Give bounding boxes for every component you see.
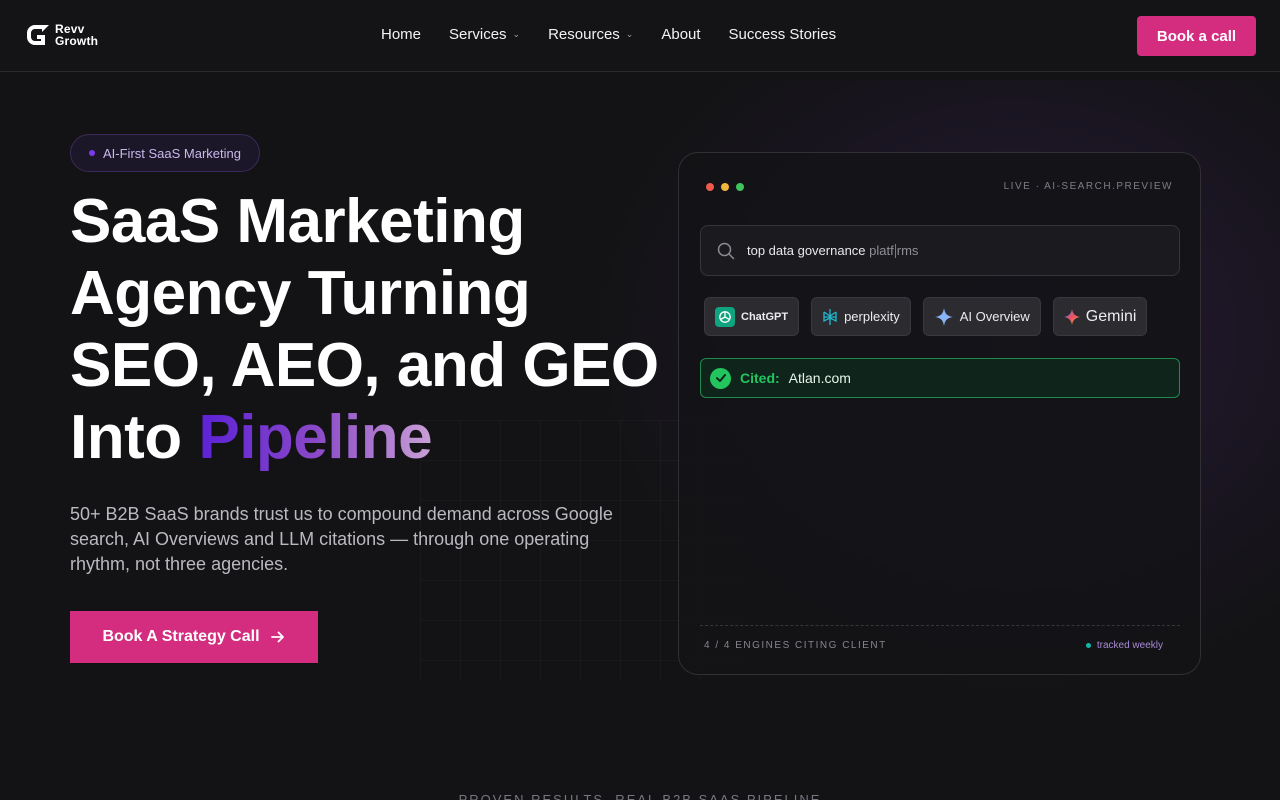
book-a-call-button[interactable]: Book a call [1137,16,1256,56]
brand-name-line2: Growth [55,34,99,48]
arrow-right-icon [270,631,284,643]
engine-chip-label: ChatGPT [741,310,789,323]
gemini-icon [1063,308,1080,325]
status-dot-icon [1085,643,1091,648]
nav-links: Home Services ⌄ Resources ⌄ About Success … [381,26,864,43]
nav-about-label: About [661,26,701,43]
card-divider [700,625,1180,626]
hero-badge-label: AI-First SaaS Marketing [103,145,241,161]
hero-title-prefix: Into [70,403,199,472]
nav-about[interactable]: About [661,26,700,43]
nav-success-stories[interactable]: Success Stories [729,26,837,43]
engine-chip-chatgpt[interactable]: ChatGPT [704,297,800,336]
top-navigation: Revv Growth Home Services ⌄ Resources ⌄ Ab… [0,0,1280,72]
cited-label: Cited: [740,370,780,386]
engine-chip-ai-overview[interactable]: AI Overview [922,297,1041,336]
nav-resources-label: Resources [548,26,620,43]
search-query-typed: top data governance [747,242,870,258]
hero-title-highlight: Pipeline [198,403,433,472]
hero-title-line: SEO, AEO, and GEO [70,331,659,400]
section-caption: PROVEN RESULTS. REAL B2B SAAS PIPELINE [458,792,822,800]
window-dot-red [706,183,714,191]
hero-title: SaaS Marketing Agency Turning SEO, AEO, … [70,186,670,474]
tracking-status-label: tracked weekly [1096,640,1163,651]
hero-title-line: SaaS Marketing [70,187,525,256]
revv-growth-logo-icon [27,25,49,45]
window-dot-green [736,183,744,191]
perplexity-icon [823,308,837,325]
hero-title-line: Agency Turning [70,259,531,328]
chatgpt-icon [715,306,735,327]
chevron-down-icon: ⌄ [625,29,634,39]
engine-chip-label: perplexity [844,309,900,324]
engine-chip-perplexity[interactable]: perplexity [811,297,911,336]
window-dot-yellow [721,183,729,191]
nav-home-label: Home [381,26,422,43]
sparkle-icon [934,307,953,326]
hero-badge: AI-First SaaS Marketing [70,134,260,172]
chevron-down-icon: ⌄ [512,29,521,39]
search-query: top data governance platf rms [747,243,918,259]
check-icon [710,367,731,389]
search-query-faded: platf [869,242,894,258]
engines-citing-count: 4 / 4 ENGINES CITING CLIENT [704,640,887,651]
text-caret [894,244,896,259]
brand-logo[interactable]: Revv Growth [24,21,98,49]
cited-result: Cited: Atlan.com [700,358,1180,398]
nav-services[interactable]: Services ⌄ [449,26,520,43]
nav-services-label: Services [449,26,507,43]
engine-chips: ChatGPT perplexity AI Overview Gemini [704,297,1148,336]
search-query-faded: rms [896,242,919,258]
hero-title-line: Into Pipeline [70,402,670,474]
book-strategy-call-label: Book A Strategy Call [102,628,260,645]
book-strategy-call-button[interactable]: Book A Strategy Call [70,611,318,663]
badge-dot-icon [89,150,95,156]
ai-search-preview-card: LIVE · AI-SEARCH.PREVIEW top data govern… [678,152,1201,675]
engine-chip-label: Gemini [1085,307,1137,325]
search-icon [717,242,735,259]
engine-chip-gemini[interactable]: Gemini [1052,297,1148,336]
nav-success-stories-label: Success Stories [728,26,837,43]
cited-domain: Atlan.com [788,370,851,386]
preview-status: LIVE · AI-SEARCH.PREVIEW [1003,181,1173,192]
tracking-status: tracked weekly [1085,640,1163,651]
ai-search-input[interactable]: top data governance platf rms [700,225,1180,276]
brand-wordmark: Revv Growth [55,23,98,47]
window-controls [706,183,744,191]
nav-home[interactable]: Home [381,26,421,43]
engine-chip-label: AI Overview [959,309,1030,324]
hero-subtitle: 50+ B2B SaaS brands trust us to compound… [70,504,613,574]
nav-resources[interactable]: Resources ⌄ [548,26,633,43]
